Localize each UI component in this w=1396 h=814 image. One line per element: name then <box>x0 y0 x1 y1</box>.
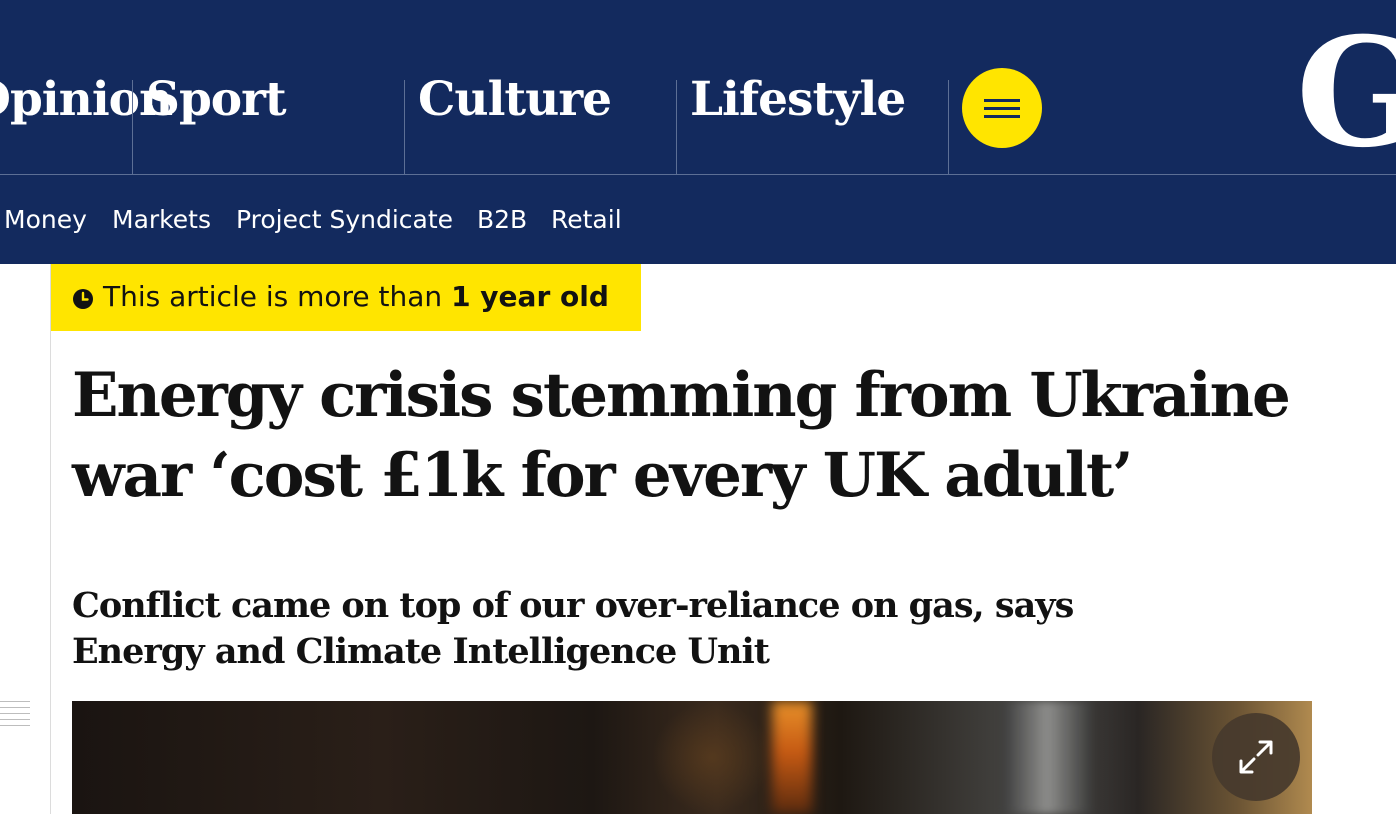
subnav-project-syndicate[interactable]: Project Syndicate <box>236 207 453 232</box>
hero-image-glow <box>652 701 772 814</box>
hero-image-flame <box>772 701 812 814</box>
pillar-sport[interactable]: Sport <box>146 76 402 175</box>
menu-button[interactable] <box>962 68 1042 148</box>
pillar-divider <box>132 80 133 175</box>
pillar-lifestyle[interactable]: Lifestyle <box>690 76 946 175</box>
pillar-label: Sport <box>146 72 287 127</box>
subnav-b2b[interactable]: B2B <box>477 207 527 232</box>
age-notice-emphasis: 1 year old <box>451 280 609 313</box>
age-notice-text: This article is more than 1 year old <box>103 283 609 311</box>
subnav-markets[interactable]: Markets <box>112 207 211 232</box>
header-bar: Opinion Sport Culture Lifestyle G Money … <box>0 0 1396 264</box>
clock-icon <box>73 289 93 309</box>
subnav-money[interactable]: Money <box>4 207 87 232</box>
pillar-divider <box>404 80 405 175</box>
lines-icon <box>0 700 30 728</box>
pillar-divider <box>948 80 949 175</box>
expand-icon <box>1239 740 1273 774</box>
article-headline: Energy crisis stemming from Ukraine war … <box>72 360 1291 511</box>
article-standfirst: Conflict came on top of our over-relianc… <box>72 585 1074 672</box>
hero-image-metal <box>1002 701 1092 814</box>
article-age-notice: This article is more than 1 year old <box>51 264 641 331</box>
left-rail-divider <box>50 264 51 814</box>
pillar-culture[interactable]: Culture <box>418 76 674 175</box>
pillar-opinion[interactable]: Opinion <box>0 76 173 175</box>
guardian-logo[interactable]: G <box>1296 18 1396 168</box>
pillar-label: Culture <box>418 72 612 127</box>
subnav-retail[interactable]: Retail <box>551 207 622 232</box>
expand-image-button[interactable] <box>1212 713 1300 801</box>
pillar-divider <box>676 80 677 175</box>
pillar-nav: Opinion Sport Culture Lifestyle G <box>0 0 1396 175</box>
pillar-label: Lifestyle <box>690 72 906 127</box>
hero-image <box>72 701 1312 814</box>
age-notice-prefix: This article is more than <box>103 280 452 313</box>
